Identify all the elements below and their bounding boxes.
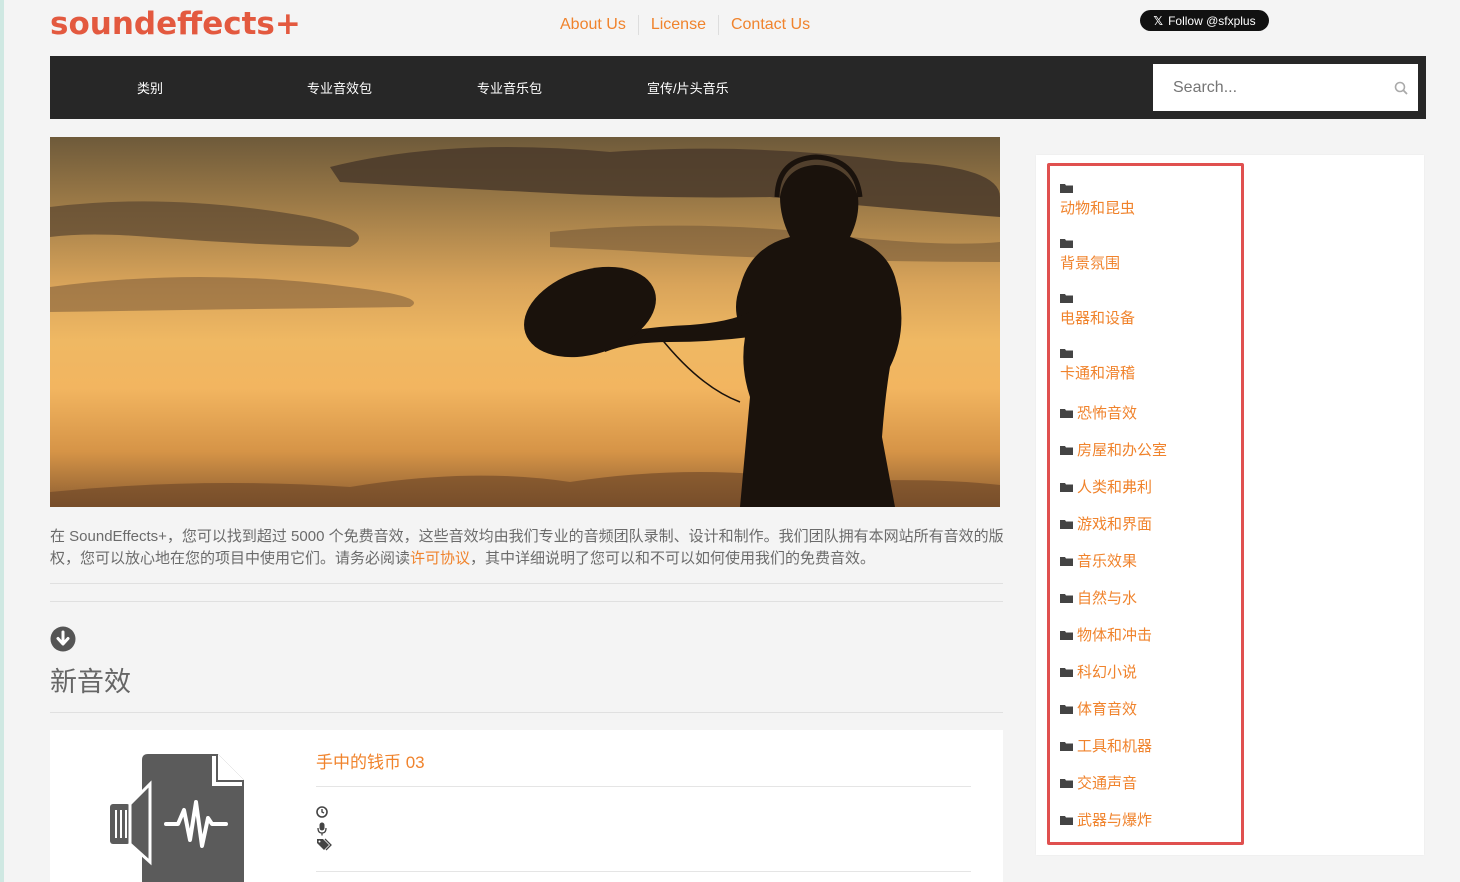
divider	[50, 583, 1003, 584]
page-left-edge	[0, 0, 4, 882]
folder-icon	[1060, 741, 1073, 751]
category-label: 游戏和界面	[1077, 516, 1153, 533]
folder-icon	[1060, 445, 1073, 455]
sound-card: 手中的钱币 03	[50, 730, 1003, 882]
section-title: 新音效	[50, 667, 131, 697]
intro-text-after: ，其中详细说明了您可以和不可以如何使用我们的免费音效。	[470, 550, 876, 567]
category-label: 背景氛围	[1060, 255, 1121, 272]
hero-image	[50, 137, 1000, 507]
folder-icon	[1060, 556, 1073, 566]
folder-icon	[1060, 704, 1073, 714]
category-label: 动物和昆虫	[1060, 200, 1136, 217]
sidebar-category-nature-water[interactable]: 自然与水	[1060, 587, 1137, 608]
category-label: 音乐效果	[1077, 553, 1138, 570]
card-divider	[316, 871, 971, 872]
about-us-link[interactable]: About Us	[548, 15, 639, 35]
arrow-down-circle-icon	[50, 626, 76, 652]
sound-title-link[interactable]: 手中的钱币 03	[316, 748, 425, 773]
follow-label: Follow @sfxplus	[1168, 13, 1256, 28]
search-box	[1153, 64, 1418, 111]
nav-item-categories[interactable]: 类别	[137, 56, 163, 119]
nav-item-pro-music-packs[interactable]: 专业音乐包	[477, 56, 542, 119]
category-label: 自然与水	[1077, 590, 1138, 607]
sidebar-category-tools-machines[interactable]: 工具和机器	[1060, 735, 1152, 756]
folder-icon	[1060, 408, 1073, 418]
folder-icon	[1060, 593, 1073, 603]
sidebar-category-games-ui[interactable]: 游戏和界面	[1060, 513, 1152, 534]
site-logo[interactable]: soundeffects+	[50, 6, 301, 42]
license-agreement-link[interactable]: 许可协议	[410, 550, 470, 567]
contact-us-link[interactable]: Contact Us	[719, 15, 822, 35]
category-label: 物体和冲击	[1077, 627, 1153, 644]
folder-icon	[1060, 667, 1073, 677]
x-logo-icon: 𝕏	[1153, 13, 1164, 28]
card-divider	[316, 786, 971, 787]
category-label: 体育音效	[1077, 701, 1138, 718]
top-links: About Us License Contact Us	[548, 15, 822, 35]
sidebar-category-sports[interactable]: 体育音效	[1060, 698, 1137, 719]
tags-icon	[316, 838, 332, 852]
sidebar-category-appliances[interactable]: 电器和设备	[1060, 293, 1135, 328]
folder-icon	[1060, 239, 1073, 248]
sidebar-category-weapons-explosions[interactable]: 武器与爆炸	[1060, 809, 1152, 830]
category-label: 房屋和办公室	[1077, 442, 1168, 459]
category-label: 人类和弗利	[1077, 479, 1153, 496]
sidebar-category-sci-fi[interactable]: 科幻小说	[1060, 661, 1137, 682]
audio-file-icon[interactable]	[108, 752, 248, 882]
sidebar-category-ambience[interactable]: 背景氛围	[1060, 238, 1120, 273]
sidebar-category-house-office[interactable]: 房屋和办公室	[1060, 439, 1167, 460]
follow-button[interactable]: 𝕏 Follow @sfxplus	[1140, 10, 1269, 31]
folder-icon	[1060, 349, 1073, 358]
sidebar-category-animals-insects[interactable]: 动物和昆虫	[1060, 183, 1135, 218]
category-label: 交通声音	[1077, 775, 1138, 792]
sidebar-category-music-effects[interactable]: 音乐效果	[1060, 550, 1137, 571]
divider	[50, 712, 1003, 713]
clock-icon	[316, 805, 330, 819]
search-icon[interactable]	[1384, 81, 1418, 95]
sidebar-category-objects-impacts[interactable]: 物体和冲击	[1060, 624, 1152, 645]
category-label: 恐怖音效	[1077, 405, 1138, 422]
intro-paragraph: 在 SoundEffects+，您可以找到超过 5000 个免费音效，这些音效均…	[50, 526, 1010, 570]
category-label: 卡通和滑稽	[1060, 365, 1136, 382]
main-navbar: 类别 专业音效包 专业音乐包 宣传/片头音乐	[50, 56, 1426, 119]
sidebar-category-horror[interactable]: 恐怖音效	[1060, 402, 1137, 423]
license-link[interactable]: License	[639, 15, 719, 35]
sidebar-category-transport[interactable]: 交通声音	[1060, 772, 1137, 793]
folder-icon	[1060, 482, 1073, 492]
sidebar-category-cartoon[interactable]: 卡通和滑稽	[1060, 348, 1135, 383]
category-label: 武器与爆炸	[1077, 812, 1153, 829]
folder-icon	[1060, 815, 1073, 825]
folder-icon	[1060, 184, 1073, 193]
category-label: 工具和机器	[1077, 738, 1153, 755]
divider	[50, 601, 1003, 602]
search-input[interactable]	[1153, 64, 1384, 111]
folder-icon	[1060, 778, 1073, 788]
category-label: 科幻小说	[1077, 664, 1138, 681]
folder-icon	[1060, 630, 1073, 640]
sidebar-category-human-foley[interactable]: 人类和弗利	[1060, 476, 1152, 497]
nav-item-pro-sfx-packs[interactable]: 专业音效包	[307, 56, 372, 119]
nav-item-promo-intro-music[interactable]: 宣传/片头音乐	[647, 56, 729, 119]
category-label: 电器和设备	[1060, 310, 1136, 327]
folder-icon	[1060, 294, 1073, 303]
folder-icon	[1060, 519, 1073, 529]
microphone-icon	[316, 822, 330, 836]
